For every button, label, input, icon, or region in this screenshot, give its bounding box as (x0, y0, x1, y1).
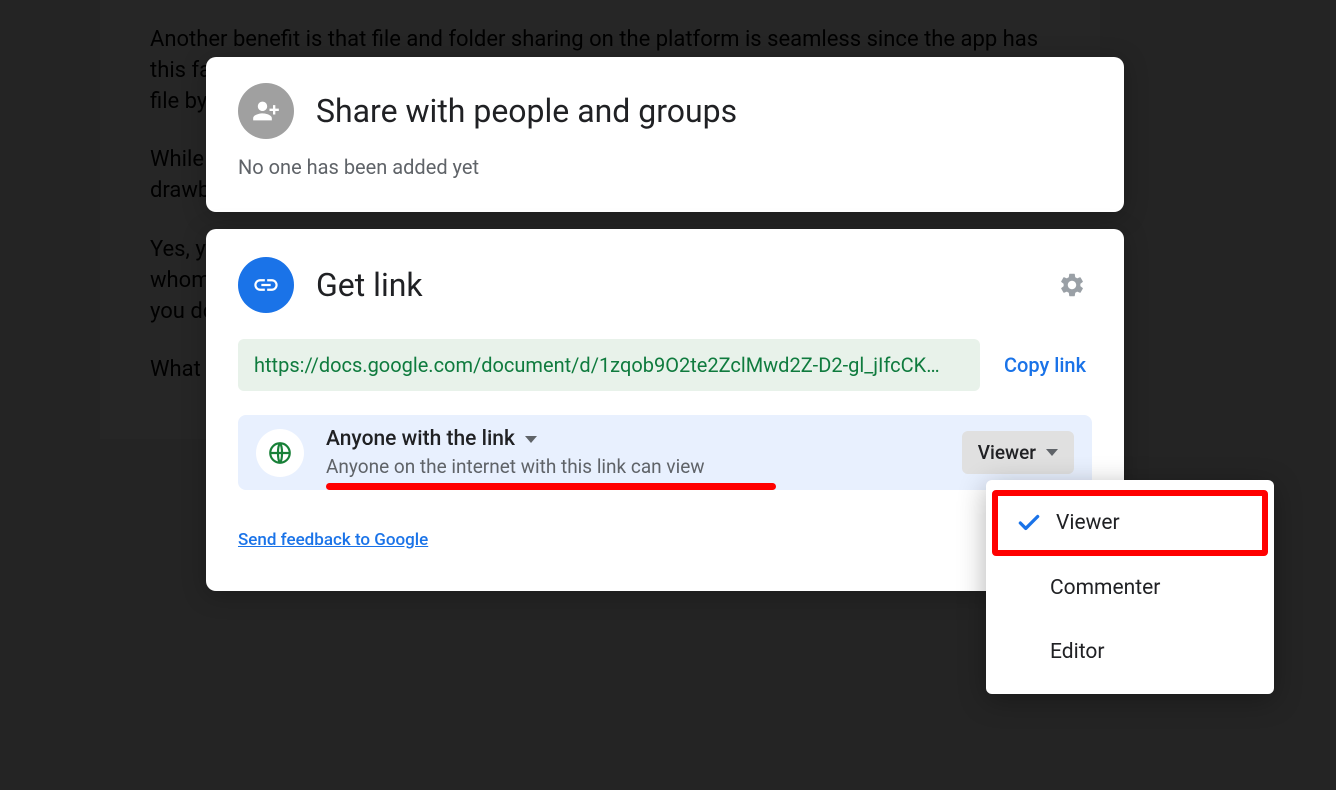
gear-icon (1058, 271, 1086, 299)
share-people-card: Share with people and groups No one has … (206, 57, 1124, 212)
access-scope-label: Anyone with the link (326, 427, 515, 451)
getlink-title: Get link (316, 266, 423, 304)
chevron-down-icon (1046, 449, 1058, 456)
doc-text-line: drawb (150, 178, 210, 203)
link-row: https://docs.google.com/document/d/1zqob… (238, 339, 1092, 391)
link-access-row: Anyone with the link Anyone on the inter… (238, 415, 1092, 490)
share-url-box[interactable]: https://docs.google.com/document/d/1zqob… (238, 339, 980, 391)
access-text-group: Anyone with the link Anyone on the inter… (326, 427, 962, 478)
dropdown-item-label: Commenter (1050, 576, 1160, 600)
share-header: Share with people and groups (238, 83, 1092, 139)
doc-text-line: What (150, 357, 201, 382)
getlink-title-wrap: Get link (238, 257, 423, 313)
link-icon (238, 257, 294, 313)
share-title: Share with people and groups (316, 92, 737, 130)
annotation-underline (326, 483, 776, 490)
globe-icon (267, 440, 293, 466)
check-icon (1016, 510, 1056, 536)
access-description: Anyone on the internet with this link ca… (326, 455, 962, 478)
role-dropdown-label: Viewer (978, 441, 1036, 464)
send-feedback-link[interactable]: Send feedback to Google (238, 530, 428, 550)
doc-text-line: While (150, 147, 204, 172)
doc-text-line: you dc (150, 299, 214, 324)
role-dropdown-menu: Viewer Commenter Editor (986, 480, 1274, 694)
getlink-header: Get link (238, 257, 1092, 313)
share-subtitle: No one has been added yet (238, 155, 1092, 179)
chevron-down-icon (525, 436, 537, 443)
public-access-icon (256, 429, 304, 477)
copy-link-button[interactable]: Copy link (998, 343, 1092, 387)
settings-button[interactable] (1052, 265, 1092, 305)
dropdown-item-label: Viewer (1056, 511, 1120, 535)
role-option-viewer[interactable]: Viewer (992, 490, 1268, 556)
doc-text-line: file by (150, 89, 207, 114)
role-option-commenter[interactable]: Commenter (986, 556, 1274, 620)
dropdown-item-label: Editor (1050, 640, 1104, 664)
access-scope-dropdown[interactable]: Anyone with the link (326, 427, 962, 451)
role-dropdown-button[interactable]: Viewer (962, 431, 1074, 474)
person-add-icon (238, 83, 294, 139)
role-option-editor[interactable]: Editor (986, 620, 1274, 684)
